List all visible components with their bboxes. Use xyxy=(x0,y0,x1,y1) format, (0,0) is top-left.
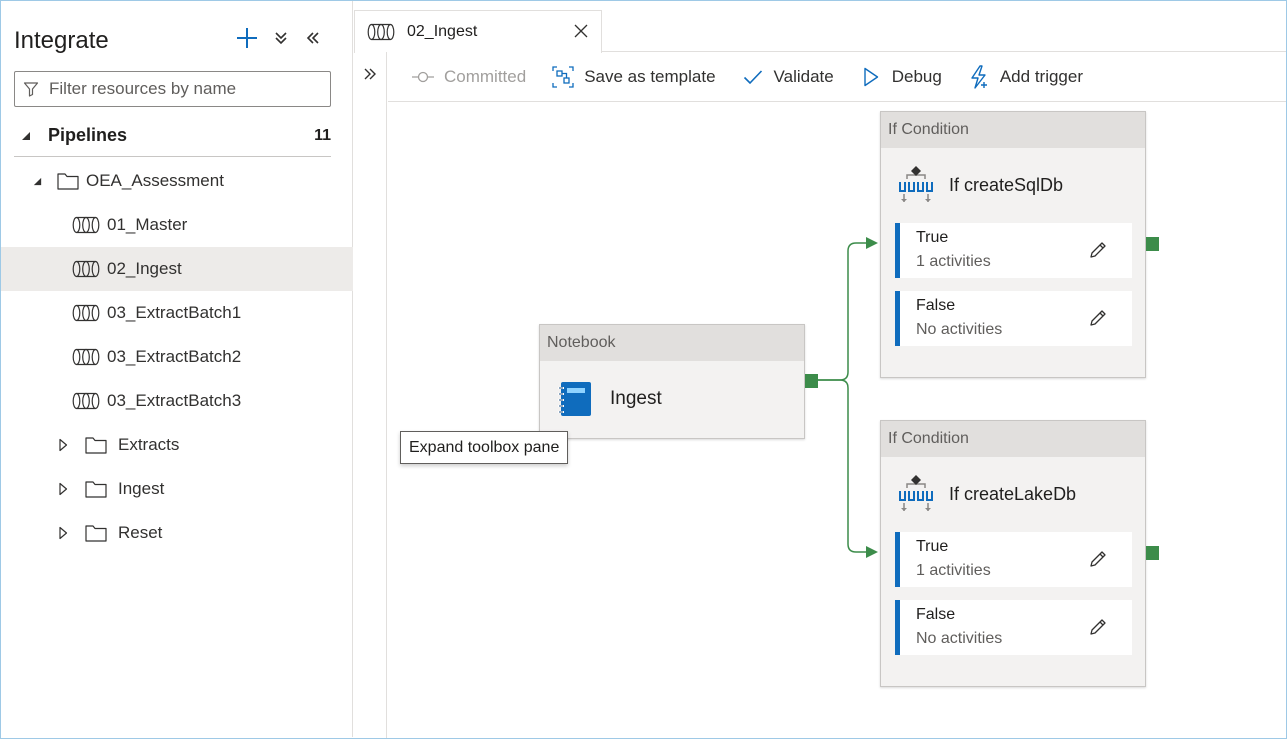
pipeline-icon xyxy=(367,23,395,41)
pipeline-item-03-extractbatch2[interactable]: 03_ExtractBatch2 xyxy=(1,335,353,379)
folder-icon xyxy=(85,481,107,498)
tab-strip: 02_Ingest xyxy=(354,1,1286,53)
pipeline-label: 03_ExtractBatch3 xyxy=(107,391,242,410)
debug-button[interactable]: Debug xyxy=(852,59,948,95)
activity-type-label: Notebook xyxy=(540,325,804,361)
pipeline-label: 03_ExtractBatch2 xyxy=(107,347,242,366)
close-icon[interactable] xyxy=(573,23,589,39)
toolbox-collapsed-column xyxy=(354,52,387,738)
folder-label: Extracts xyxy=(118,435,180,454)
save-as-template-label: Save as template xyxy=(584,66,716,86)
edit-pencil-icon[interactable] xyxy=(1088,549,1108,569)
success-output-port[interactable] xyxy=(1146,237,1159,251)
folder-icon xyxy=(85,437,107,454)
collapse-triangle-icon xyxy=(22,131,30,140)
committed-label: Committed xyxy=(444,66,527,86)
tab-label: 02_Ingest xyxy=(407,23,478,40)
pipeline-toolbar: Committed Save as template Validate Debu… xyxy=(388,52,1286,102)
true-branch[interactable]: True 1 activities xyxy=(895,532,1132,587)
validate-label: Validate xyxy=(773,66,834,86)
add-resource-icon[interactable] xyxy=(234,25,260,51)
folder-icon xyxy=(57,173,79,190)
template-icon xyxy=(550,65,576,88)
expand-toolbox-tooltip: Expand toolbox pane xyxy=(400,431,569,464)
checkmark-icon xyxy=(740,66,766,88)
validate-button[interactable]: Validate xyxy=(734,59,840,95)
pipelines-count: 11 xyxy=(314,126,331,144)
success-output-port[interactable] xyxy=(805,374,818,388)
true-branch[interactable]: True 1 activities xyxy=(895,223,1132,278)
expand-toolbox-icon[interactable] xyxy=(360,64,380,84)
commit-icon xyxy=(410,66,436,88)
pipeline-item-02-ingest[interactable]: 02_Ingest xyxy=(1,247,353,291)
false-branch[interactable]: False No activities xyxy=(895,600,1132,655)
false-branch[interactable]: False No activities xyxy=(895,291,1132,346)
folder-label: Ingest xyxy=(118,479,165,498)
expand-triangle-icon xyxy=(59,526,68,540)
pipeline-item-01-master[interactable]: 01_Master xyxy=(1,203,353,247)
play-icon xyxy=(858,66,884,88)
add-trigger-button[interactable]: Add trigger xyxy=(960,59,1089,95)
notebook-activity[interactable]: Notebook Ingest xyxy=(539,324,805,439)
activity-type-label: If Condition xyxy=(881,421,1145,457)
edit-pencil-icon[interactable] xyxy=(1088,308,1108,328)
pipeline-item-03-extractbatch1[interactable]: 03_ExtractBatch1 xyxy=(1,291,353,335)
activity-connectors xyxy=(818,237,878,558)
activity-name: If createLakeDb xyxy=(949,483,1077,504)
pipeline-icon xyxy=(72,392,100,410)
pipelines-section-header[interactable]: Pipelines 11 xyxy=(14,115,331,157)
committed-button[interactable]: Committed xyxy=(404,59,532,95)
if-condition-icon xyxy=(899,166,933,202)
tab-02-ingest[interactable]: 02_Ingest xyxy=(354,10,602,53)
filter-input[interactable] xyxy=(49,79,319,99)
notebook-icon xyxy=(558,382,591,416)
resource-explorer-panel: Integrate Pipelines 11 OEA_Assessment 01… xyxy=(1,1,353,737)
save-as-template-button[interactable]: Save as template xyxy=(544,59,721,95)
filter-box[interactable] xyxy=(14,71,331,107)
pipeline-label: 03_ExtractBatch1 xyxy=(107,303,242,322)
activity-name: Ingest xyxy=(610,388,662,409)
expand-triangle-icon xyxy=(59,482,68,496)
lightning-icon xyxy=(966,64,992,89)
add-trigger-label: Add trigger xyxy=(999,66,1084,86)
filter-icon xyxy=(23,82,39,97)
folder-ingest[interactable]: Ingest xyxy=(1,467,353,511)
if-condition-activity-lakedb[interactable]: If Condition If createLakeDb True 1 acti… xyxy=(880,420,1146,687)
collapse-triangle-icon xyxy=(33,177,42,185)
edit-pencil-icon[interactable] xyxy=(1088,617,1108,637)
pipeline-icon xyxy=(72,304,100,322)
folder-icon xyxy=(85,525,107,542)
activity-type-label: If Condition xyxy=(881,112,1145,148)
collapse-pane-icon[interactable] xyxy=(300,25,326,51)
if-condition-icon xyxy=(899,475,933,511)
success-output-port[interactable] xyxy=(1146,546,1159,560)
if-condition-activity-sqldb[interactable]: If Condition If createSqlDb True 1 activ… xyxy=(880,111,1146,378)
activity-name: If createSqlDb xyxy=(949,174,1064,195)
panel-title: Integrate xyxy=(14,27,109,54)
pipeline-label: 02_Ingest xyxy=(107,259,182,278)
folder-oea-assessment[interactable]: OEA_Assessment xyxy=(1,159,353,203)
expand-triangle-icon xyxy=(59,438,68,452)
folder-extracts[interactable]: Extracts xyxy=(1,423,353,467)
pipeline-icon xyxy=(72,260,100,278)
edit-pencil-icon[interactable] xyxy=(1088,240,1108,260)
pipeline-canvas[interactable]: Notebook Ingest If Condition If createSq… xyxy=(388,103,1286,738)
collapse-all-icon[interactable] xyxy=(268,25,294,51)
pipeline-label: 01_Master xyxy=(107,215,188,234)
pipelines-label: Pipelines xyxy=(48,125,128,145)
folder-label: Reset xyxy=(118,523,163,542)
debug-label: Debug xyxy=(891,66,942,86)
folder-reset[interactable]: Reset xyxy=(1,511,353,555)
pipeline-icon xyxy=(72,216,100,234)
folder-label: OEA_Assessment xyxy=(86,171,224,190)
pipeline-icon xyxy=(72,348,100,366)
pipeline-item-03-extractbatch3[interactable]: 03_ExtractBatch3 xyxy=(1,379,353,423)
